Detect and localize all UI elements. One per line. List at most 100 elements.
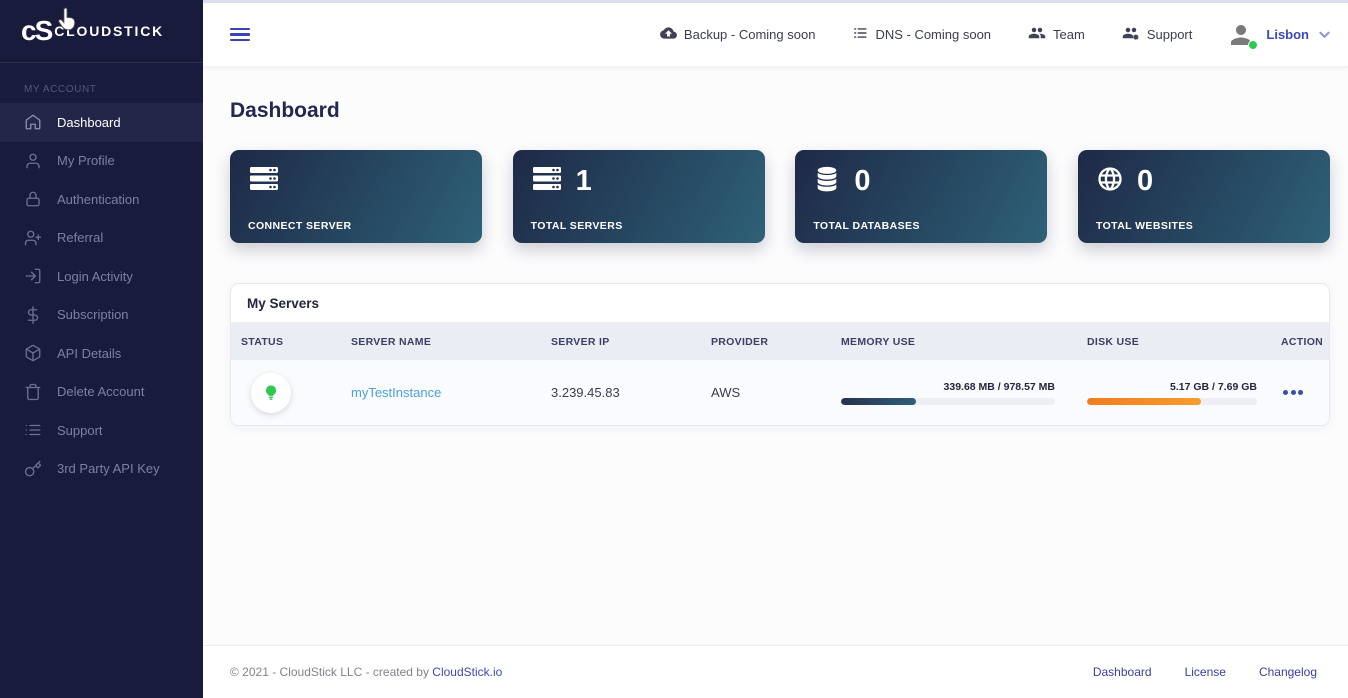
avatar [1226, 20, 1259, 50]
disk-use-label: 5.17 GB / 7.69 GB [1170, 380, 1257, 393]
disk-progress-track [1087, 397, 1257, 405]
my-servers-panel: My Servers STATUS SERVER NAME SERVER IP … [230, 283, 1330, 426]
trash-icon [24, 383, 42, 401]
footer-links: Dashboard License Changelog [1093, 665, 1317, 679]
copyright-text: © 2021 - CloudStick LLC - created by Clo… [230, 665, 502, 679]
server-rack-icon [531, 165, 563, 197]
nav-dns[interactable]: DNS - Coming soon [852, 26, 991, 43]
card-value: 0 [854, 164, 871, 197]
server-name-cell: myTestInstance [341, 360, 541, 425]
dns-list-icon [852, 26, 868, 43]
card-label: TOTAL DATABASES [813, 220, 920, 232]
total-servers-card: 1 TOTAL SERVERS [512, 150, 765, 243]
sidebar-item-label: Authentication [57, 191, 140, 207]
sidebar-item-api-details[interactable]: API Details [0, 334, 203, 373]
server-rack-icon [248, 165, 280, 197]
ellipsis-menu-button[interactable] [1281, 384, 1305, 401]
disk-progress-bar [1087, 397, 1201, 405]
package-icon [24, 344, 42, 362]
nav-team[interactable]: Team [1028, 26, 1085, 43]
footer-link-changelog[interactable]: Changelog [1259, 665, 1317, 679]
sidebar-item-label: Dashboard [57, 114, 121, 130]
user-icon [24, 152, 42, 170]
server-name-link[interactable]: myTestInstance [351, 385, 441, 400]
table-header-row: STATUS SERVER NAME SERVER IP PROVIDER ME… [231, 323, 1329, 360]
card-value: 1 [575, 164, 592, 197]
total-websites-card: 0 TOTAL WEBSITES [1077, 150, 1330, 243]
content-area: Dashboard CONNECT SERVER 1 TOTAL SERVERS [203, 66, 1348, 645]
user-menu[interactable]: Lisbon [1226, 20, 1330, 50]
username-label: Lisbon [1266, 27, 1309, 42]
footer: © 2021 - CloudStick LLC - created by Clo… [203, 645, 1348, 698]
sidebar-item-label: Login Activity [57, 268, 133, 284]
sidebar-item-delete-account[interactable]: Delete Account [0, 373, 203, 412]
disk-use-cell: 5.17 GB / 7.69 GB [1077, 360, 1271, 425]
list-icon [24, 421, 42, 439]
memory-progress-bar [841, 397, 916, 405]
sidebar-item-authentication[interactable]: Authentication [0, 180, 203, 219]
card-label: TOTAL WEBSITES [1095, 220, 1194, 232]
team-icon [1028, 26, 1046, 43]
col-server-ip: SERVER IP [551, 335, 610, 348]
hamburger-menu-button[interactable] [230, 25, 250, 44]
action-cell [1271, 360, 1329, 425]
nav-support-label: Support [1146, 27, 1193, 42]
home-icon [24, 113, 42, 131]
sidebar-item-label: Referral [57, 230, 104, 246]
sidebar-item-referral[interactable]: Referral [0, 219, 203, 258]
memory-progress-track [841, 397, 1055, 405]
card-value: 0 [1136, 165, 1154, 197]
support-users-icon [1122, 26, 1140, 43]
cloud-backup-icon [660, 26, 677, 43]
panel-title: My Servers [231, 284, 1329, 323]
nav-backup-label: Backup - Coming soon [683, 27, 816, 42]
total-databases-card: 0 TOTAL DATABASES [795, 150, 1048, 243]
card-label: CONNECT SERVER [248, 220, 352, 232]
sidebar: cS CLOUDSTICK MY ACCOUNT Dashboard My Pr… [0, 0, 203, 698]
nav-dns-label: DNS - Coming soon [875, 27, 992, 42]
sidebar-item-label: API Details [57, 345, 122, 361]
stat-cards-row: CONNECT SERVER 1 TOTAL SERVERS 0 TOTAL D… [230, 150, 1330, 243]
status-online-bulb-icon [251, 372, 291, 413]
memory-use-cell: 339.68 MB / 978.57 MB [831, 360, 1077, 425]
mouse-cursor-icon [57, 7, 78, 37]
col-action: ACTION [1281, 335, 1324, 348]
sidebar-item-subscription[interactable]: Subscription [0, 296, 203, 335]
brand-logo[interactable]: cS CLOUDSTICK [0, 0, 203, 63]
nav-team-label: Team [1053, 27, 1085, 42]
col-server-name: SERVER NAME [351, 335, 432, 348]
user-plus-icon [24, 229, 42, 247]
sidebar-item-label: Subscription [57, 307, 129, 323]
col-status: STATUS [241, 335, 284, 348]
globe-icon [1096, 165, 1124, 198]
server-ip-cell: 3.239.45.83 [551, 385, 620, 400]
col-disk-use: DISK USE [1087, 335, 1139, 348]
card-label: TOTAL SERVERS [530, 220, 623, 232]
memory-use-label: 339.68 MB / 978.57 MB [943, 380, 1055, 393]
page-title: Dashboard [230, 99, 340, 122]
database-icon [813, 165, 841, 197]
main-column: Backup - Coming soon DNS - Coming soon T… [203, 0, 1348, 698]
sidebar-item-login-activity[interactable]: Login Activity [0, 257, 203, 296]
copyright-label: © 2021 - CloudStick LLC - created by [230, 665, 429, 679]
sidebar-item-label: My Profile [57, 153, 115, 169]
nav-backup[interactable]: Backup - Coming soon [660, 26, 816, 43]
lock-icon [24, 190, 42, 208]
footer-link-license[interactable]: License [1185, 665, 1226, 679]
footer-link-dashboard[interactable]: Dashboard [1093, 665, 1152, 679]
sidebar-item-my-profile[interactable]: My Profile [0, 142, 203, 181]
login-icon [24, 267, 42, 285]
sidebar-section-label: MY ACCOUNT [24, 84, 97, 95]
sidebar-item-3rd-party-api-key[interactable]: 3rd Party API Key [0, 450, 203, 489]
top-nav: Backup - Coming soon DNS - Coming soon T… [660, 26, 1192, 43]
cloudstick-io-link[interactable]: CloudStick.io [432, 665, 502, 679]
dollar-icon [24, 305, 42, 324]
table-row: myTestInstance 3.239.45.83 AWS 339.68 MB… [231, 360, 1329, 425]
sidebar-item-dashboard[interactable]: Dashboard [0, 103, 203, 142]
nav-support[interactable]: Support [1122, 26, 1193, 43]
sidebar-item-label: Delete Account [57, 384, 145, 400]
key-icon [24, 460, 42, 478]
sidebar-item-support[interactable]: Support [0, 411, 203, 450]
connect-server-card[interactable]: CONNECT SERVER [230, 150, 482, 243]
col-memory-use: MEMORY USE [841, 335, 916, 348]
